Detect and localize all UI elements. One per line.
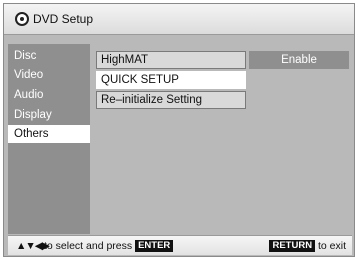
menu-item-reinitialize-setting[interactable]: Re–initialize Setting	[96, 91, 246, 109]
return-key-label: RETURN	[269, 240, 316, 252]
category-sidebar: Disc Video Audio Display Others	[8, 44, 90, 234]
highmat-value[interactable]: Enable	[249, 51, 349, 69]
menu-item-highmat[interactable]: HighMAT	[96, 51, 246, 69]
menu-item-quick-setup[interactable]: QUICK SETUP	[96, 71, 246, 89]
window-title: DVD Setup	[33, 12, 94, 26]
enter-key-label: ENTER	[135, 240, 174, 252]
select-hint: to select and press ENTER	[44, 236, 174, 256]
sidebar-item-display[interactable]: Display	[8, 106, 90, 124]
exit-hint-text: to exit	[317, 240, 346, 252]
sidebar-item-audio[interactable]: Audio	[8, 86, 90, 104]
dvd-setup-window: DVD Setup Disc Video Audio Display Other…	[3, 3, 355, 257]
title-bar: DVD Setup	[4, 4, 354, 35]
footer-hint-bar: ▲▼◀▶ to select and press ENTER RETURN to…	[8, 235, 352, 255]
settings-panel: HighMAT Enable QUICK SETUP Re–initialize…	[90, 44, 354, 234]
exit-hint: RETURN to exit	[269, 236, 346, 256]
sidebar-item-disc[interactable]: Disc	[8, 47, 90, 65]
sidebar-item-video[interactable]: Video	[8, 66, 90, 84]
disc-icon	[15, 12, 29, 26]
select-hint-text: to select and press	[44, 240, 133, 252]
sidebar-item-others[interactable]: Others	[8, 125, 90, 143]
